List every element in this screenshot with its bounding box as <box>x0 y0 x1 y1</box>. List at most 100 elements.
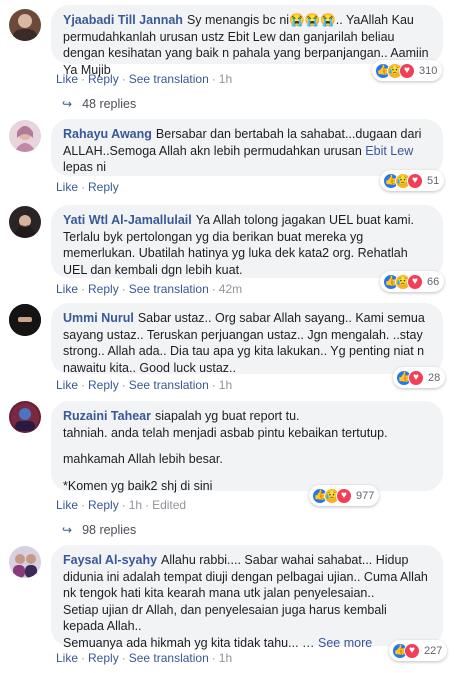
separator: · <box>81 282 86 296</box>
reply-arrow-icon: ↪ <box>62 97 73 111</box>
like-link[interactable]: Like <box>56 498 78 512</box>
edited-label[interactable]: Edited <box>152 498 186 512</box>
separator: · <box>211 378 216 392</box>
comment-time[interactable]: 1h <box>219 651 232 665</box>
comment-bubble: Yjaabadi Till Jannah Sy menangis bc ni😭😭😭… <box>51 5 443 77</box>
reaction-count: 51 <box>427 174 440 187</box>
comment-text: siapalah yg buat report tu. <box>154 409 300 423</box>
reply-arrow-icon: ↪ <box>62 523 73 537</box>
see-translation-link[interactable]: See translation <box>129 72 209 86</box>
separator: · <box>81 180 86 194</box>
reply-link[interactable]: Reply <box>88 282 119 296</box>
comment-text-tail: lepas ni <box>63 160 107 174</box>
reaction-count: 977 <box>356 489 375 502</box>
replies-count[interactable]: 48 replies <box>82 97 136 111</box>
separator: · <box>81 651 86 665</box>
avatar[interactable] <box>9 401 41 433</box>
separator: · <box>81 498 86 512</box>
avatar-image <box>9 304 41 336</box>
mention-link[interactable]: Ebit Lew <box>365 144 413 158</box>
comment-text-line: mahkamah Allah lebih besar. <box>63 452 223 466</box>
avatar-image <box>13 14 37 41</box>
reply-link[interactable]: Reply <box>88 498 119 512</box>
reply-link[interactable]: Reply <box>88 180 119 194</box>
reaction-count: 28 <box>428 371 441 384</box>
avatar-image <box>13 215 37 238</box>
reaction-summary[interactable]: 👍 😥 ♥ 977 <box>309 485 380 506</box>
like-link[interactable]: Like <box>56 651 78 665</box>
separator: · <box>121 72 126 86</box>
comment-actions: Like · Reply · See translation · 42m <box>56 282 242 296</box>
comment-actions: Like · Reply · See translation · 1h <box>56 72 232 86</box>
separator: · <box>211 282 216 296</box>
love-reaction-icon: ♥ <box>336 487 352 504</box>
like-link[interactable]: Like <box>56 378 78 392</box>
separator: · <box>121 498 126 512</box>
reaction-count: 310 <box>419 64 438 77</box>
comment-author[interactable]: Yjaabadi Till Jannah <box>63 13 183 27</box>
see-translation-link[interactable]: See translation <box>129 651 209 665</box>
like-link[interactable]: Like <box>56 180 78 194</box>
avatar[interactable] <box>9 206 41 238</box>
see-translation-link[interactable]: See translation <box>129 378 209 392</box>
separator: · <box>211 651 216 665</box>
avatar-image <box>13 554 37 578</box>
reaction-summary[interactable]: 👍 😥 ♥ 66 <box>380 271 445 292</box>
reaction-summary[interactable]: 👍 😥 ♥ 310 <box>372 60 443 81</box>
avatar[interactable] <box>9 304 41 336</box>
comment-text-line: Setiap ujian dr Allah, dan penyelesaian … <box>63 602 387 634</box>
love-reaction-icon: ♥ <box>404 642 420 659</box>
comment-time[interactable]: 1h <box>129 498 142 512</box>
separator: · <box>121 651 126 665</box>
avatar[interactable] <box>9 120 41 152</box>
comment-text-line: Semuanya ada hikmah yg kita tidak tahu..… <box>63 635 431 652</box>
comment-actions: Like · Reply · See translation · 1h <box>56 651 232 665</box>
see-translation-link[interactable]: See translation <box>129 282 209 296</box>
separator: · <box>145 498 150 512</box>
comment-bubble: Faysal Al-syahy Allahu rabbi.... Sabar wa… <box>51 545 443 650</box>
comment-author[interactable]: Ummi Nurul <box>63 311 134 325</box>
comment-author[interactable]: Ruzaini Tahear <box>63 409 151 423</box>
reaction-summary[interactable]: 👍 ♥ 227 <box>389 640 448 661</box>
comment-bubble: Rahayu Awang Bersabar dan bertabah la sah… <box>51 119 443 176</box>
see-more-link[interactable]: See more <box>318 636 372 650</box>
reply-link[interactable]: Reply <box>88 378 119 392</box>
reply-link[interactable]: Reply <box>88 72 119 86</box>
comment-time[interactable]: 1h <box>219 378 232 392</box>
comment-actions: Like · Reply <box>56 180 119 194</box>
separator: · <box>121 282 126 296</box>
comment-bubble: Yati Wtl Al-Jamallulail Ya Allah tolong j… <box>51 205 443 278</box>
reaction-count: 66 <box>427 275 440 288</box>
love-reaction-icon: ♥ <box>399 62 415 79</box>
view-replies[interactable]: ↪ 98 replies <box>62 523 136 537</box>
love-reaction-icon: ♥ <box>407 273 423 290</box>
avatar[interactable] <box>9 546 41 578</box>
like-link[interactable]: Like <box>56 282 78 296</box>
comment-author[interactable]: Rahayu Awang <box>63 127 152 141</box>
comment-time[interactable]: 42m <box>219 282 242 296</box>
comment-bubble: Ummi Nurul Sabar ustaz.. Org sabar Allah … <box>51 303 443 375</box>
view-replies[interactable]: ↪ 48 replies <box>62 97 136 111</box>
comment-actions: Like · Reply · 1h · Edited <box>56 498 186 512</box>
separator: · <box>211 72 216 86</box>
comment-text-tail: Semuanya ada hikmah yg kita tidak tahu..… <box>63 635 315 650</box>
reaction-count: 227 <box>424 644 443 657</box>
reaction-summary[interactable]: 👍 ♥ 28 <box>393 367 446 388</box>
replies-count[interactable]: 98 replies <box>82 523 136 537</box>
avatar-image <box>14 126 36 152</box>
love-reaction-icon: ♥ <box>407 172 423 189</box>
avatar[interactable] <box>9 9 41 41</box>
comment-bubble: Ruzaini Tahear siapalah yg buat report tu… <box>51 401 443 493</box>
comment-time[interactable]: 1h <box>219 72 232 86</box>
separator: · <box>81 72 86 86</box>
reaction-summary[interactable]: 👍 😥 ♥ 51 <box>380 170 445 191</box>
separator: · <box>121 378 126 392</box>
comment-author[interactable]: Faysal Al-syahy <box>63 553 157 567</box>
separator: · <box>81 378 86 392</box>
comment-text-line: tahniah. anda telah menjadi asbab pintu … <box>63 425 388 440</box>
like-link[interactable]: Like <box>56 72 78 86</box>
comment-author[interactable]: Yati Wtl Al-Jamallulail <box>63 213 192 227</box>
avatar-image <box>11 403 39 431</box>
comment-actions: Like · Reply · See translation · 1h <box>56 378 232 392</box>
reply-link[interactable]: Reply <box>88 651 119 665</box>
